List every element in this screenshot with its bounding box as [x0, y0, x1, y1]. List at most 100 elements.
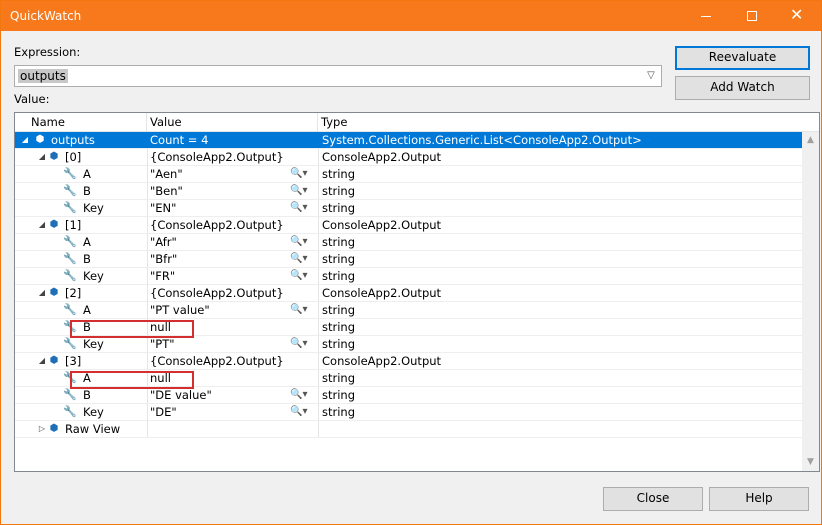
close-window-button[interactable]: ✕	[775, 1, 821, 31]
name-cell: 🔧 Key	[15, 336, 147, 352]
grid-header: Name Value Type	[15, 113, 819, 132]
table-row[interactable]: ◢ ⬢ [2] {ConsoleApp2.Output} ConsoleApp2.Out…	[15, 285, 802, 302]
table-row[interactable]: 🔧 Key "PT" string 🔍▾	[15, 336, 802, 353]
maximize-button[interactable]	[729, 1, 775, 31]
table-row[interactable]: 🔧 B "Ben" string 🔍▾	[15, 183, 802, 200]
title-bar[interactable]: QuickWatch ✕	[1, 1, 821, 31]
expression-combobox[interactable]: outputs ▽	[14, 65, 662, 87]
table-row[interactable]: 🔧 A "Afr" string 🔍▾	[15, 234, 802, 251]
table-row[interactable]: 🔧 Key "EN" string 🔍▾	[15, 200, 802, 217]
name-cell: 🔧 B	[15, 251, 147, 267]
expression-label: Expression:	[14, 45, 81, 59]
wrench-icon: 🔧	[63, 303, 77, 316]
row-name: [1]	[65, 218, 82, 232]
type-cell: string	[322, 235, 356, 249]
vertical-scrollbar[interactable]: ▲ ▼	[802, 132, 819, 471]
wrench-icon: 🔧	[63, 184, 77, 197]
name-cell: 🔧 B	[15, 387, 147, 403]
wrench-icon: 🔧	[63, 167, 77, 180]
minimize-button[interactable]	[683, 1, 729, 31]
wrench-icon: 🔧	[63, 235, 77, 248]
magnifier-icon[interactable]: 🔍▾	[290, 251, 316, 267]
object-icon: ⬢	[49, 423, 59, 434]
close-button[interactable]: Close	[603, 487, 703, 511]
wrench-icon: 🔧	[63, 388, 77, 401]
value-cell[interactable]: {ConsoleApp2.Output}	[150, 353, 316, 369]
magnifier-icon[interactable]: 🔍▾	[290, 166, 316, 182]
magnifier-icon[interactable]: 🔍▾	[290, 234, 316, 250]
table-row[interactable]: 🔧 Key "DE" string 🔍▾	[15, 404, 802, 421]
table-row[interactable]: ◢ ⬢ outputs Count = 4 System.Collections.Gen…	[15, 132, 802, 149]
name-cell: 🔧 Key	[15, 404, 147, 420]
row-name: B	[83, 388, 91, 402]
value-cell[interactable]: {ConsoleApp2.Output}	[150, 149, 316, 165]
value-label: Value:	[14, 92, 50, 106]
minimize-icon	[701, 16, 711, 17]
window-title: QuickWatch	[10, 9, 82, 23]
table-row[interactable]: ◢ ⬢ [0] {ConsoleApp2.Output} ConsoleApp2.Out…	[15, 149, 802, 166]
chevron-down-icon[interactable]: ▽	[645, 69, 657, 83]
wrench-icon: 🔧	[63, 337, 77, 350]
wrench-icon: 🔧	[63, 252, 77, 265]
column-header-value[interactable]: Value	[147, 113, 318, 131]
table-row[interactable]: ◢ ⬢ [1] {ConsoleApp2.Output} ConsoleApp2.Out…	[15, 217, 802, 234]
object-icon: ⬢	[49, 151, 59, 162]
row-name: Raw View	[65, 422, 121, 436]
magnifier-icon[interactable]: 🔍▾	[290, 268, 316, 284]
column-header-type[interactable]: Type	[318, 113, 802, 131]
row-name: B	[83, 184, 91, 198]
value-cell[interactable]: Count = 4	[150, 132, 316, 148]
table-row[interactable]: 🔧 A "Aen" string 🔍▾	[15, 166, 802, 183]
add-watch-button[interactable]: Add Watch	[675, 76, 810, 100]
name-cell: ◢ ⬢ [1]	[15, 217, 147, 233]
watch-grid: Name Value Type ◢ ⬢ outputs Count = 4 System…	[14, 112, 820, 472]
value-cell[interactable]	[150, 421, 316, 437]
table-row[interactable]: 🔧 B "Bfr" string 🔍▾	[15, 251, 802, 268]
column-header-name[interactable]: Name	[15, 113, 147, 131]
row-name: A	[83, 167, 91, 181]
type-cell: ConsoleApp2.Output	[322, 218, 442, 232]
help-button[interactable]: Help	[709, 487, 809, 511]
magnifier-icon[interactable]: 🔍▾	[290, 200, 316, 216]
type-cell: ConsoleApp2.Output	[322, 354, 442, 368]
row-name: B	[83, 252, 91, 266]
magnifier-icon[interactable]: 🔍▾	[290, 404, 316, 420]
highlight-box	[70, 371, 194, 389]
collapse-icon[interactable]: ◢	[37, 353, 47, 369]
name-cell: ◢ ⬢ [0]	[15, 149, 147, 165]
expand-icon[interactable]: ▷	[37, 421, 47, 437]
table-row[interactable]: 🔧 Key "FR" string 🔍▾	[15, 268, 802, 285]
scroll-up-icon[interactable]: ▲	[802, 132, 819, 149]
table-row[interactable]: 🔧 A "PT value" string 🔍▾	[15, 302, 802, 319]
wrench-icon: 🔧	[63, 269, 77, 282]
expression-input[interactable]: outputs	[18, 69, 68, 83]
table-row[interactable]: 🔧 B "DE value" string 🔍▾	[15, 387, 802, 404]
name-cell: 🔧 A	[15, 302, 147, 318]
type-cell: string	[322, 201, 356, 215]
row-name: Key	[83, 201, 104, 215]
table-row[interactable]: ▷ ⬢ Raw View	[15, 421, 802, 438]
object-icon: ⬢	[49, 287, 59, 298]
value-cell[interactable]: {ConsoleApp2.Output}	[150, 217, 316, 233]
row-name: Key	[83, 337, 104, 351]
collapse-icon[interactable]: ◢	[37, 217, 47, 233]
magnifier-icon[interactable]: 🔍▾	[290, 336, 316, 352]
scroll-down-icon[interactable]: ▼	[802, 454, 819, 471]
table-row[interactable]: ◢ ⬢ [3] {ConsoleApp2.Output} ConsoleApp2.Out…	[15, 353, 802, 370]
reevaluate-button[interactable]: Reevaluate	[675, 46, 810, 70]
object-icon: ⬢	[49, 355, 59, 366]
magnifier-icon[interactable]: 🔍▾	[290, 183, 316, 199]
wrench-icon: 🔧	[63, 405, 77, 418]
name-cell: 🔧 B	[15, 183, 147, 199]
type-cell: string	[322, 405, 356, 419]
type-cell	[322, 421, 800, 437]
type-cell: string	[322, 371, 356, 385]
magnifier-icon[interactable]: 🔍▾	[290, 387, 316, 403]
collapse-icon[interactable]: ◢	[37, 149, 47, 165]
value-cell[interactable]: {ConsoleApp2.Output}	[150, 285, 316, 301]
type-cell: string	[322, 320, 356, 334]
magnifier-icon[interactable]: 🔍▾	[290, 302, 316, 318]
row-name: A	[83, 235, 91, 249]
collapse-icon[interactable]: ◢	[37, 285, 47, 301]
collapse-icon[interactable]: ◢	[20, 132, 30, 148]
